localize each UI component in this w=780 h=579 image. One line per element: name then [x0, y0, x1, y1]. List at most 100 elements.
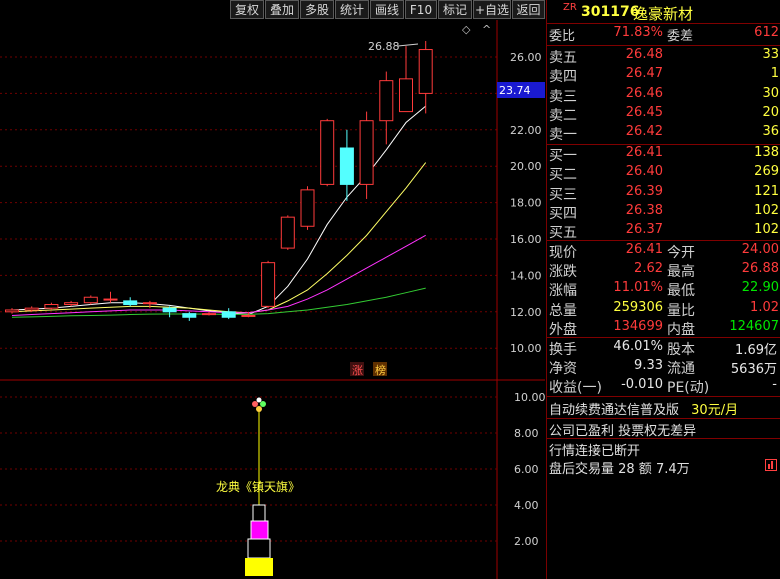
quote-value: 11.01% — [613, 280, 663, 296]
stock-tag: ZR — [563, 2, 577, 13]
divider — [547, 45, 780, 46]
quote-label: 最高 — [667, 264, 695, 281]
sell-price: 26.45 — [625, 104, 663, 120]
quote-label: 今开 — [667, 245, 695, 261]
sell-volume: 1 — [770, 66, 779, 82]
buy-price: 26.41 — [625, 145, 663, 160]
fundamental-label: 换手 — [549, 342, 577, 358]
price-axis-label: 22.00 — [510, 124, 542, 137]
chevron-up-icon[interactable]: ^ — [482, 23, 491, 36]
buy-volume: 138 — [754, 145, 779, 160]
candle — [182, 311, 197, 321]
candle — [44, 302, 59, 310]
ma-yellow-line — [11, 162, 427, 314]
diamond-icon[interactable]: ◇ — [462, 23, 471, 36]
sell-order-row: 卖二 26.45 20 — [547, 105, 780, 125]
quote-value: 124607 — [729, 318, 779, 334]
bar-chart-icon[interactable] — [765, 459, 777, 471]
indicator-label: 龙典《镇天旗》 — [216, 479, 300, 494]
divider — [547, 418, 780, 419]
sell-order-row: 卖五 26.48 33 — [547, 47, 780, 67]
candle — [418, 40, 433, 114]
candle — [320, 118, 335, 187]
sell-order-row: 卖四 26.47 1 — [547, 66, 780, 86]
indicator-dot-white — [256, 397, 262, 403]
indicator-axis-label: 4.00 — [514, 499, 539, 512]
sell-volume: 20 — [762, 104, 779, 120]
notice-2: 行情连接已断开 — [549, 444, 641, 459]
sell-volume: 30 — [762, 85, 779, 101]
kline-chart[interactable]: 26.0024.0022.0020.0018.0016.0014.0012.00… — [0, 0, 545, 579]
quote-value: 259306 — [613, 299, 663, 315]
indicator-dot-red — [252, 401, 258, 407]
sell-price: 26.46 — [625, 85, 663, 101]
candle — [5, 308, 19, 314]
weibi-value: 71.83% — [613, 25, 663, 40]
buy-level-label: 买四 — [549, 205, 577, 222]
quote-label: 总量 — [549, 302, 577, 319]
quote-row: 涨跌 2.62 最高 26.88 — [547, 261, 780, 281]
weibi-label: 委比 — [549, 29, 576, 44]
candle — [359, 111, 374, 199]
candle — [103, 291, 118, 303]
sell-volume: 36 — [762, 124, 779, 140]
indicator-axis-label: 10.00 — [514, 391, 545, 404]
buy-price: 26.38 — [625, 202, 663, 218]
buy-price: 26.40 — [625, 164, 663, 180]
candle — [221, 308, 236, 320]
quote-label: 涨跌 — [549, 264, 577, 281]
indicator-box-yellow — [245, 558, 273, 576]
ranking-badge[interactable]: 榜 — [375, 363, 386, 377]
quote-label: 涨幅 — [549, 283, 577, 300]
promo-row[interactable]: 自动续费通达信普及版 30元/月 — [549, 399, 738, 418]
weicha-label: 委差 — [667, 29, 694, 44]
quote-row: 总量 259306 量比 1.02 — [547, 300, 780, 320]
buy-volume: 269 — [754, 164, 779, 180]
buy-order-row: 买一 26.41 138 — [547, 145, 780, 165]
sell-price: 26.48 — [625, 47, 663, 62]
candle — [399, 46, 413, 113]
fundamental-label: 流通 — [667, 361, 695, 377]
buy-order-row: 买二 26.40 269 — [547, 164, 780, 184]
weibi-row: 委比 71.83% 委差 612 — [547, 25, 780, 45]
indicator-box-top — [252, 504, 266, 522]
buy-level-label: 买一 — [549, 148, 577, 164]
indicator-axis: 10.00 8.00 6.00 4.00 2.00 — [514, 391, 545, 548]
indicator-dot-yellow — [256, 406, 262, 412]
quote-panel: ZR 301176 逸豪新材 委比 71.83% 委差 612 卖五 26.48 3… — [546, 0, 780, 579]
price-axis-label: 12.00 — [510, 306, 542, 319]
limit-up-badge[interactable]: 涨 — [352, 364, 363, 377]
price-axis-label: 16.00 — [510, 233, 542, 246]
quote-label: 最低 — [667, 283, 695, 300]
price-axis-label: 10.00 — [510, 342, 542, 355]
candle — [379, 71, 394, 145]
current-price-tag: 23.74 — [499, 84, 531, 97]
divider — [547, 337, 780, 338]
stock-code: 301176 — [581, 4, 640, 20]
fundamental-label: 净资 — [549, 361, 577, 377]
fundamental-value: 5636万 — [730, 362, 777, 377]
candle — [123, 297, 138, 307]
sell-level-label: 卖五 — [549, 50, 577, 66]
buy-volume: 102 — [754, 202, 779, 218]
buy-level-label: 买三 — [549, 186, 577, 203]
fundamental-label: 股本 — [667, 342, 695, 358]
quote-value: 1.02 — [750, 299, 779, 315]
notice-1: 公司已盈利 投票权无差异 — [549, 424, 697, 439]
fundamental-row: 净资 9.33 流通 5636万 — [547, 358, 780, 378]
divider — [547, 240, 780, 241]
indicator-axis-label: 2.00 — [514, 535, 539, 548]
indicator-box-black — [247, 538, 271, 559]
stock-name[interactable]: 逸豪新材 — [633, 3, 693, 24]
quote-value: 22.90 — [741, 280, 779, 296]
price-axis-label: 18.00 — [510, 197, 542, 210]
quote-value: 2.62 — [634, 261, 663, 277]
indicator-axis-label: 6.00 — [514, 463, 539, 476]
quote-label: 现价 — [549, 245, 577, 261]
buy-volume: 102 — [754, 222, 779, 238]
fundamental-value: 1.69亿 — [735, 343, 777, 358]
divider — [547, 396, 780, 397]
buy-level-label: 买二 — [549, 167, 577, 184]
indicator-axis-label: 8.00 — [514, 427, 539, 440]
fundamental-label: 收益(一) — [549, 380, 602, 396]
